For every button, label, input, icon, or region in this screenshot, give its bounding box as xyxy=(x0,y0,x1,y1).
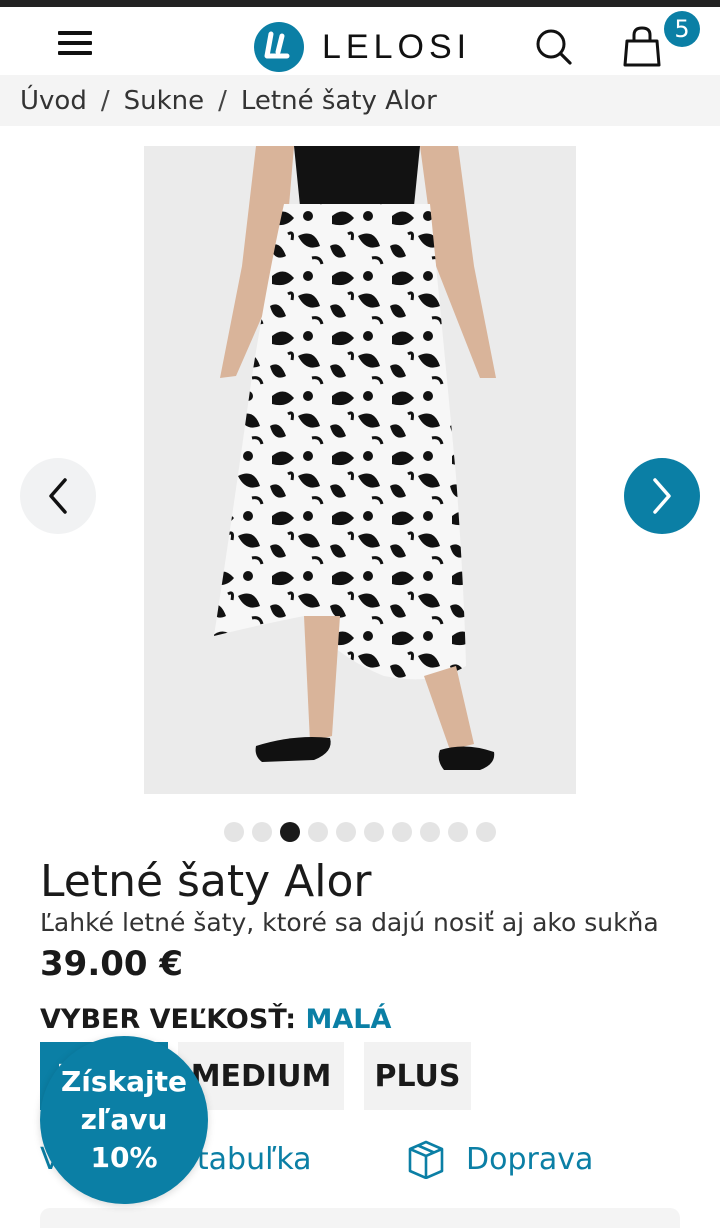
size-picker-prompt: VYBER VEĽKOSŤ: xyxy=(40,1004,297,1035)
product-price: 39.00 € xyxy=(40,944,184,984)
menu-icon[interactable] xyxy=(58,29,92,57)
gallery-dot[interactable] xyxy=(392,822,412,842)
gallery-dot[interactable] xyxy=(280,822,300,842)
breadcrumb-separator: / xyxy=(218,85,227,116)
breadcrumb-separator: / xyxy=(100,85,110,116)
product-image[interactable] xyxy=(144,146,576,794)
product-subtitle: Ľahké letné šaty, ktoré sa dajú nosiť aj… xyxy=(40,908,659,937)
chevron-right-icon xyxy=(653,478,671,514)
package-icon xyxy=(408,1140,444,1179)
gallery-dot[interactable] xyxy=(252,822,272,842)
bottom-panel xyxy=(40,1208,680,1228)
logo-text: LELOSI xyxy=(322,27,472,66)
gallery-dot[interactable] xyxy=(448,822,468,842)
shipping-link[interactable]: Doprava xyxy=(406,1136,593,1182)
breadcrumb-category[interactable]: Sukne xyxy=(124,86,205,116)
gallery-next-button[interactable] xyxy=(624,458,700,534)
breadcrumb-current: Letné šaty Alor xyxy=(240,85,437,116)
breadcrumb-home[interactable]: Úvod xyxy=(20,86,87,116)
gallery-pagination xyxy=(224,822,496,842)
logo-mark-icon xyxy=(254,22,304,72)
gallery-dot[interactable] xyxy=(476,822,496,842)
size-picker-selected: MALÁ xyxy=(305,1004,392,1035)
gallery-dot[interactable] xyxy=(420,822,440,842)
gallery-dot[interactable] xyxy=(224,822,244,842)
size-picker-label: VYBER VEĽKOSŤ: MALÁ xyxy=(40,1004,391,1035)
chevron-left-icon xyxy=(49,478,67,514)
gallery-dot[interactable] xyxy=(308,822,328,842)
discount-promo-button[interactable]: Získajte zľavu 10% xyxy=(40,1036,208,1204)
breadcrumb: Úvod / Sukne / Letné šaty Alor xyxy=(0,75,720,126)
product-title: Letné šaty Alor xyxy=(40,856,372,907)
promo-line-3: 10% xyxy=(90,1141,158,1174)
search-icon[interactable] xyxy=(534,27,574,67)
cart-count-badge[interactable]: 5 xyxy=(664,11,700,47)
gallery-dot[interactable] xyxy=(336,822,356,842)
gallery-dot[interactable] xyxy=(364,822,384,842)
site-header: LELOSI 5 xyxy=(0,7,720,75)
site-logo[interactable]: LELOSI xyxy=(254,21,471,73)
size-option-plus[interactable]: PLUS xyxy=(364,1042,471,1110)
shipping-label: Doprava xyxy=(466,1141,594,1177)
promo-line-2: zľavu xyxy=(80,1103,168,1136)
status-strip xyxy=(0,0,720,7)
gallery-prev-button[interactable] xyxy=(20,458,96,534)
product-photo-illustration xyxy=(144,146,576,794)
promo-line-1: Získajte xyxy=(60,1065,188,1098)
shopping-bag-icon[interactable] xyxy=(622,25,662,69)
